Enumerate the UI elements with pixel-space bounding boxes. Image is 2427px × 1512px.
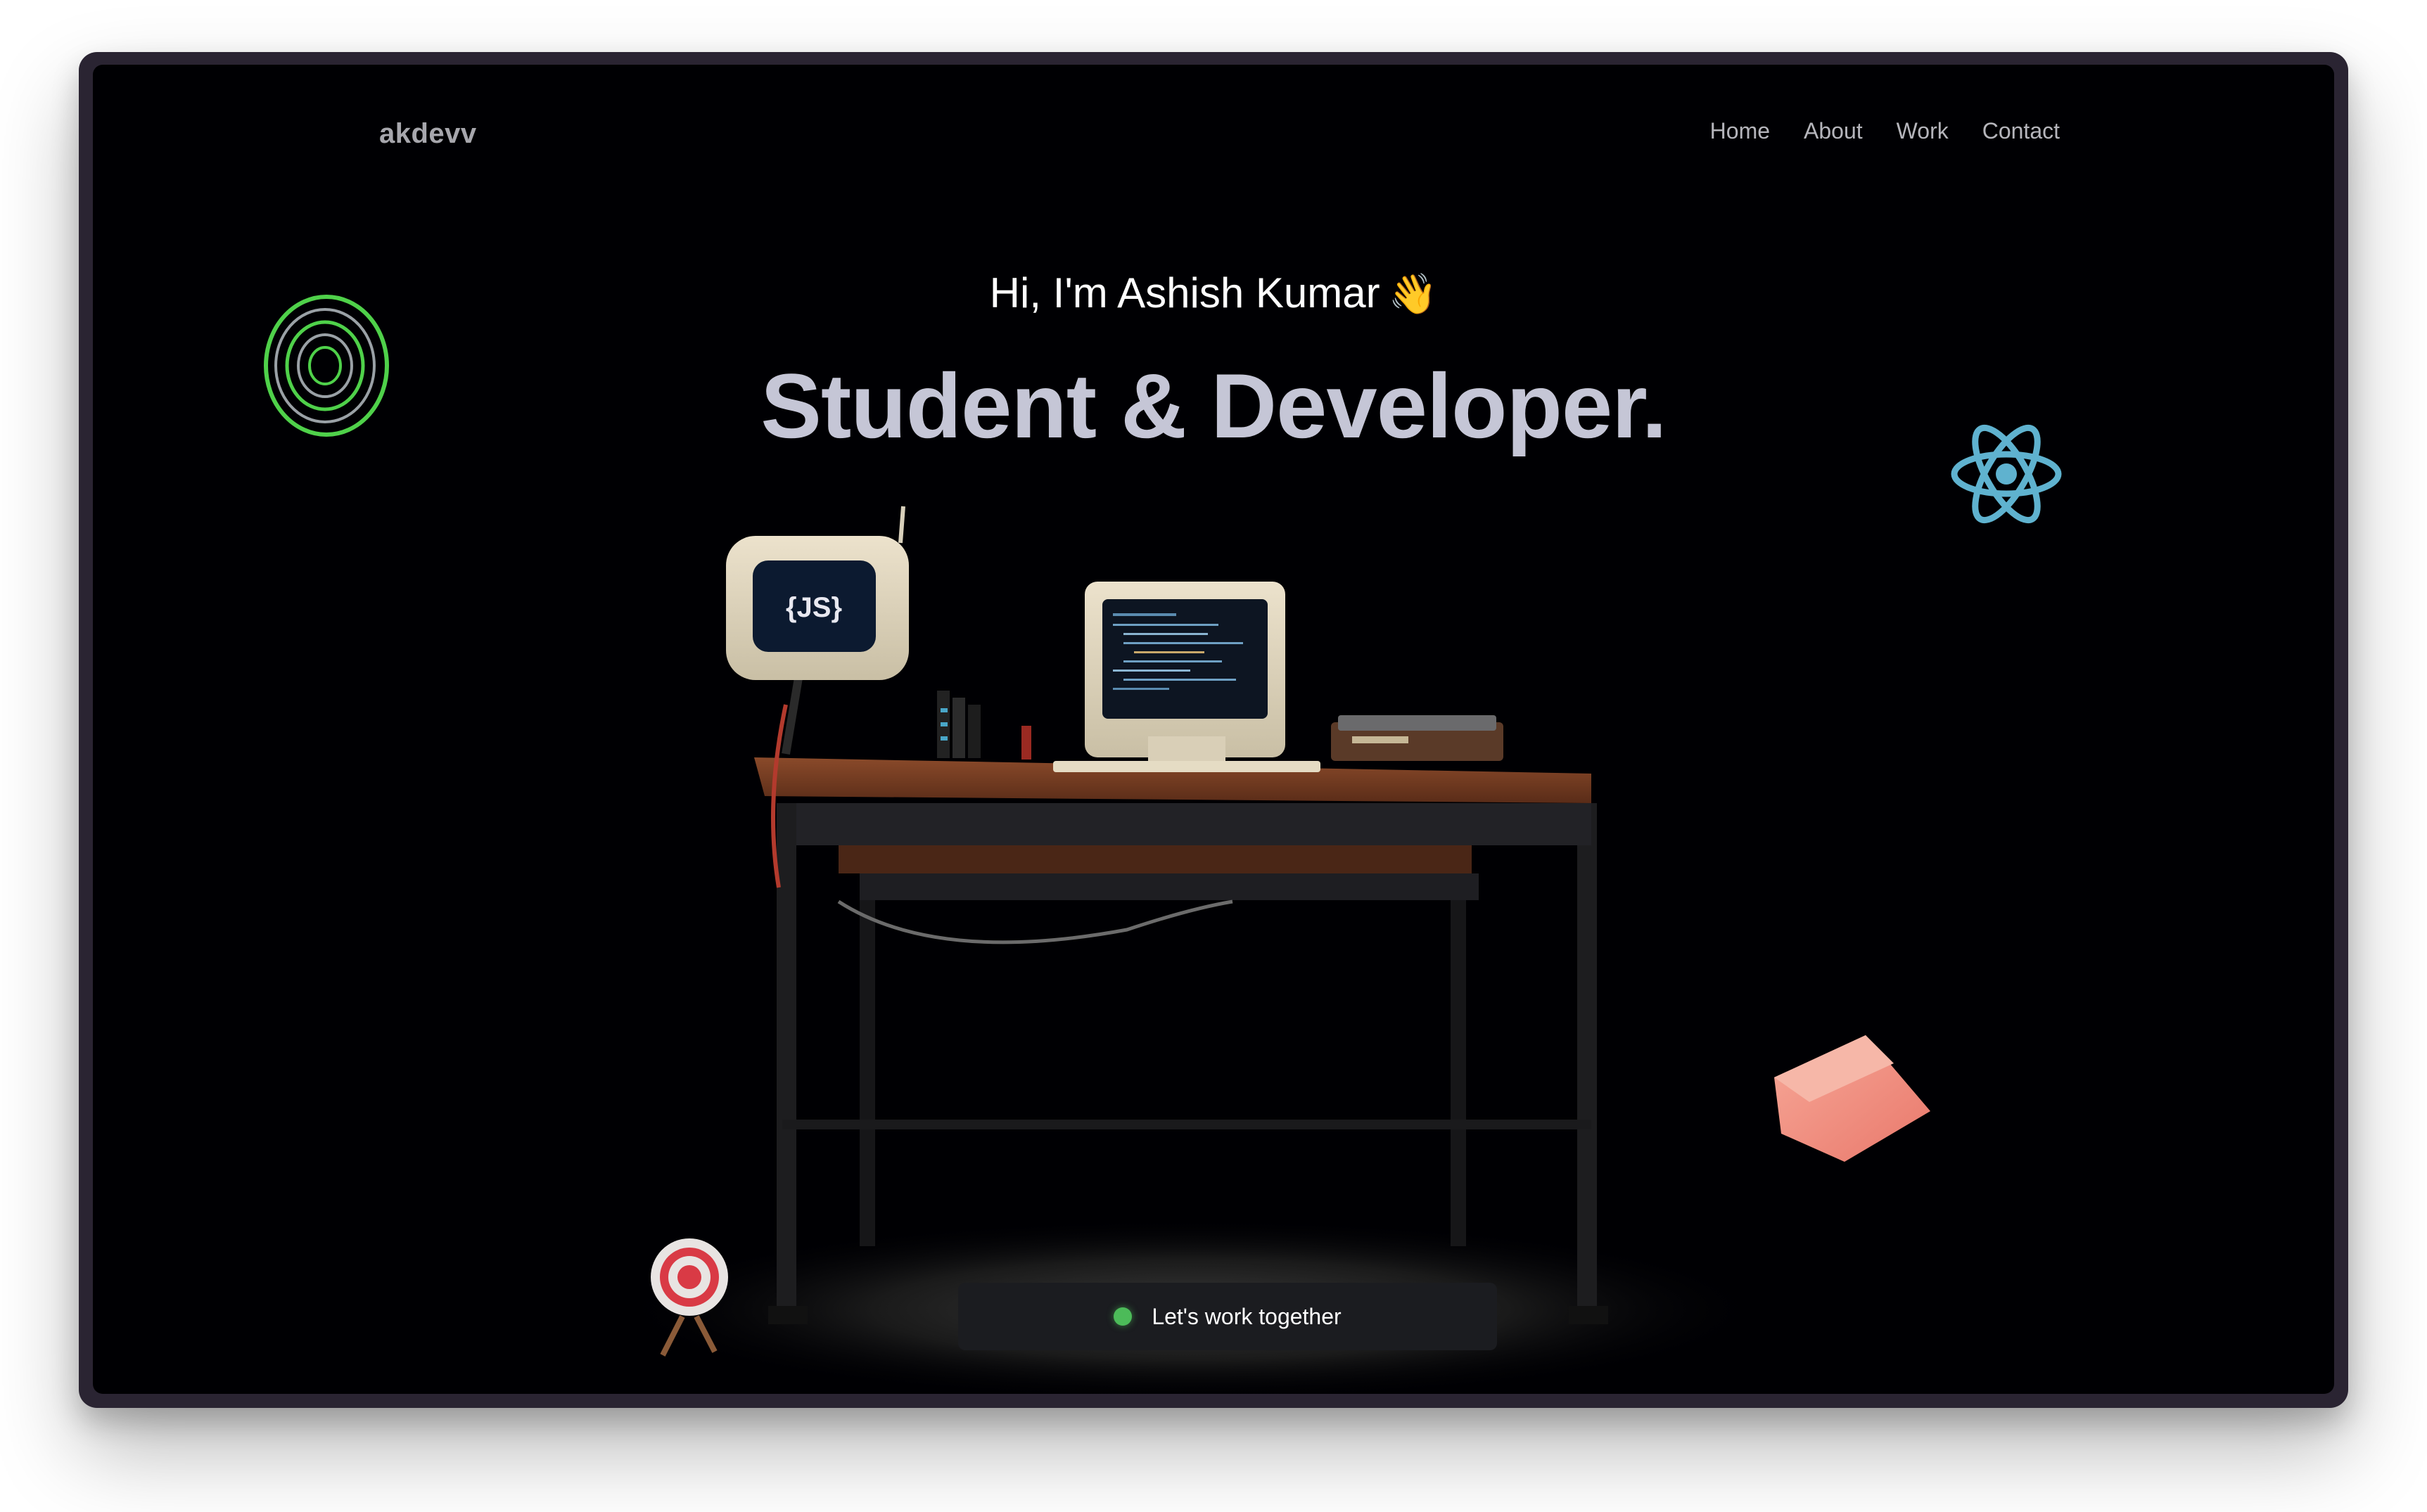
browser-window-backdrop: {JS} akdevv Home About Work Contact Hi, … [0,0,2427,1512]
page-viewport: {JS} akdevv Home About Work Contact Hi, … [93,65,2334,1394]
pink-cube-icon [1774,1035,1930,1162]
nav-link-work[interactable]: Work [1897,118,1949,144]
hero-greeting: Hi, I'm Ashish Kumar 👋 [93,269,2334,317]
nav-link-home[interactable]: Home [1710,118,1770,144]
hero-greeting-text: Hi, I'm Ashish Kumar [989,269,1380,316]
site-logo[interactable]: akdevv [379,118,477,150]
nav-link-about[interactable]: About [1804,118,1863,144]
hero-3d-scene: {JS} [264,295,2062,1394]
laptop-frame: {JS} akdevv Home About Work Contact Hi, … [79,52,2348,1408]
small-js-monitor: {JS} [726,506,909,755]
lets-work-together-button[interactable]: Let's work together [958,1283,1497,1350]
js-screen-text: {JS} [786,592,842,623]
nav-link-contact[interactable]: Contact [1982,118,2060,144]
hero-title: Student & Developer. [760,354,1667,457]
desk-rack [937,691,1031,760]
waving-hand-icon: 👋 [1388,271,1438,316]
status-dot-icon [1114,1307,1133,1326]
crt-computer [1053,582,1320,772]
cta-label: Let's work together [1152,1303,1342,1329]
cassette-device [1331,715,1503,761]
main-nav: Home About Work Contact [1710,118,2060,144]
